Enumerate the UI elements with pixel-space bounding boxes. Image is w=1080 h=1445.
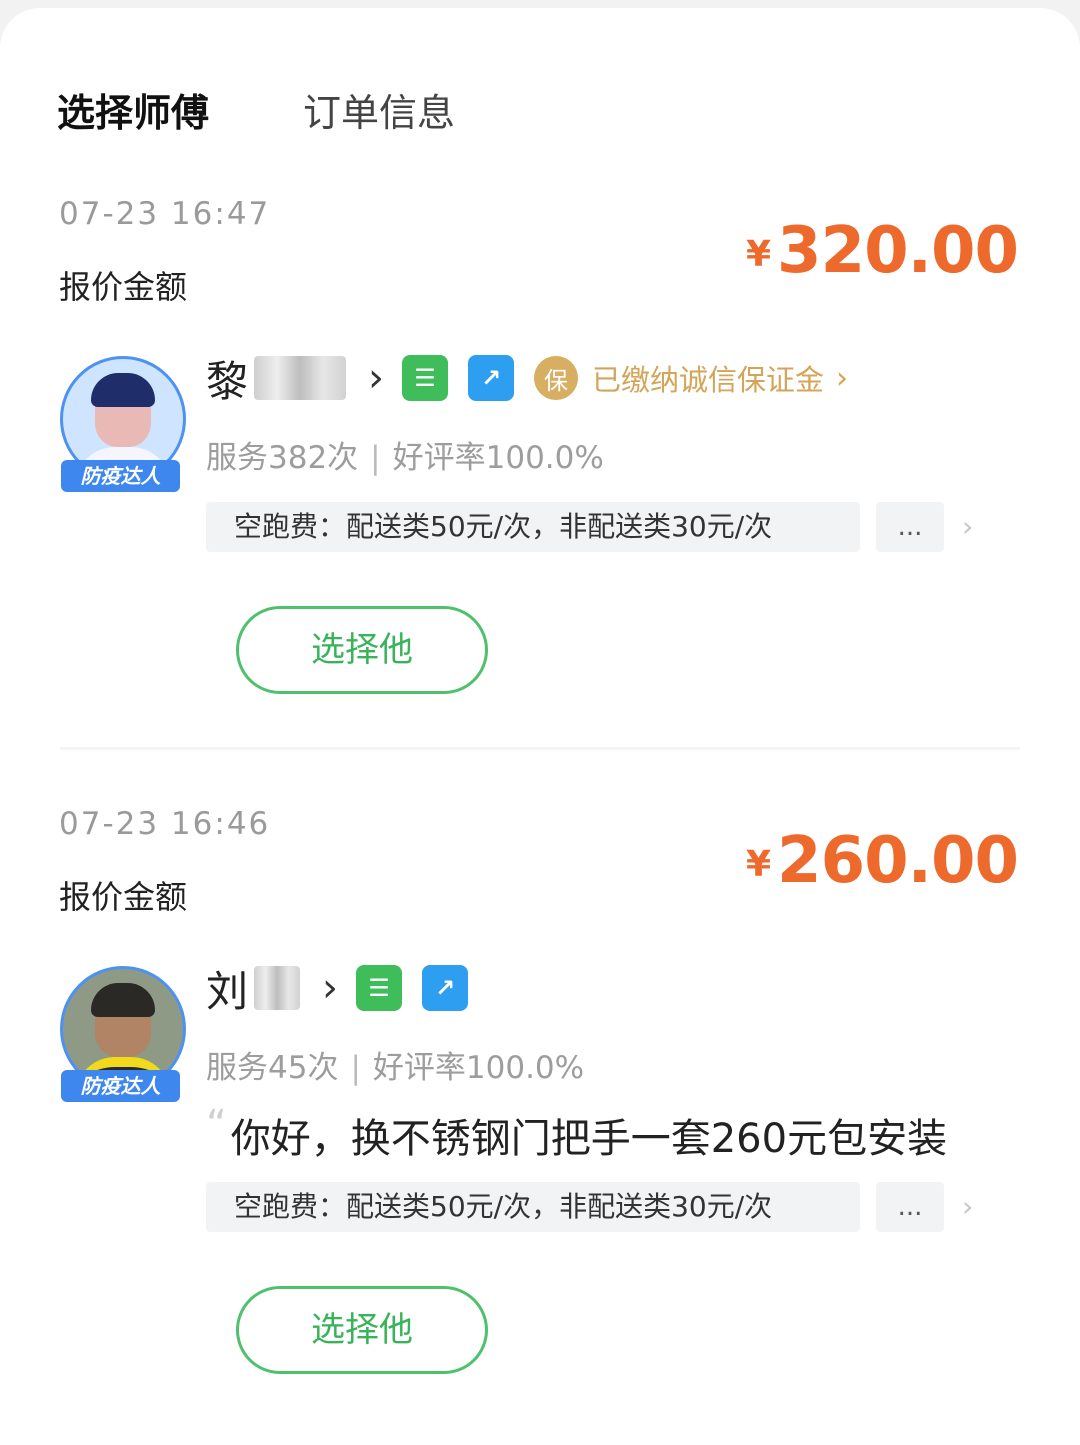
master-name: 黎: [206, 356, 249, 406]
epidemic-badge: 防疫达人: [61, 460, 180, 492]
master-name: 刘: [206, 966, 249, 1016]
name-blur: [254, 356, 347, 400]
master-name-row[interactable]: 刘 › ☰ ↗: [206, 960, 488, 1016]
service-count: 服务45次: [206, 1050, 339, 1086]
certificate-icon: ☰: [402, 355, 449, 401]
price-label: 报价金额: [59, 268, 188, 306]
quote-time: 07-23 16:47: [59, 196, 271, 232]
tab-order-info-label: 订单信息: [303, 91, 456, 135]
more-tags[interactable]: ...: [876, 1182, 944, 1232]
epidemic-badge: 防疫达人: [61, 1070, 180, 1102]
rating: 好评率100.0%: [392, 440, 604, 476]
more-tags[interactable]: ...: [876, 502, 944, 552]
chevron-right-icon[interactable]: ›: [962, 1190, 973, 1223]
price-label: 报价金额: [59, 878, 188, 916]
service-count: 服务382次: [206, 440, 359, 476]
quote-message: “你好，换不锈钢门把手一套260元包安装: [206, 1102, 947, 1164]
tab-order-info[interactable]: 订单信息: [303, 88, 455, 138]
idle-fee: 空跑费：配送类50元/次，非配送类30元/次: [206, 1182, 860, 1232]
certificate-icon: ☰: [356, 965, 403, 1011]
master-stats: 服务45次 | 好评率100.0%: [206, 1042, 584, 1087]
quote-sheet: 选择师傅 订单信息 07-23 16:47 报价金额 ¥320.00 防疫达人 …: [0, 8, 1080, 1445]
chevron-right-icon[interactable]: ›: [962, 510, 973, 543]
tab-select-master[interactable]: 选择师傅: [57, 88, 210, 138]
quote-price: ¥320.00: [745, 214, 1019, 288]
guarantee-icon: 保: [534, 356, 579, 400]
master-stats: 服务382次 | 好评率100.0%: [206, 432, 604, 477]
currency-symbol: ¥: [745, 844, 772, 885]
tab-select-master-label: 选择师傅: [57, 91, 210, 135]
stats-separator: |: [370, 440, 381, 476]
select-master-button[interactable]: 选择他: [236, 1286, 488, 1374]
chevron-right-icon[interactable]: ›: [368, 355, 384, 401]
quote-price: ¥260.00: [745, 824, 1019, 898]
price-amount: 260.00: [777, 824, 1019, 898]
currency-symbol: ¥: [745, 234, 772, 275]
quote-time: 07-23 16:46: [59, 806, 271, 842]
price-amount: 320.00: [777, 214, 1019, 288]
syringe-icon: ↗: [468, 355, 515, 401]
deposit-link[interactable]: 已缴纳诚信保证金: [592, 357, 824, 399]
message-text: 你好，换不锈钢门把手一套260元包安装: [230, 1116, 948, 1162]
name-blur: [254, 966, 301, 1010]
stats-separator: |: [350, 1050, 361, 1086]
syringe-icon: ↗: [422, 965, 469, 1011]
divider: [60, 747, 1020, 750]
chevron-right-icon[interactable]: ›: [322, 965, 338, 1011]
idle-fee: 空跑费：配送类50元/次，非配送类30元/次: [206, 502, 860, 552]
rating: 好评率100.0%: [372, 1050, 585, 1086]
quote-mark-icon: “: [206, 1102, 227, 1148]
chevron-right-icon: ›: [836, 360, 849, 396]
select-master-button[interactable]: 选择他: [236, 606, 488, 694]
master-name-row[interactable]: 黎 › ☰ ↗ 保 已缴纳诚信保证金 ›: [206, 350, 848, 406]
